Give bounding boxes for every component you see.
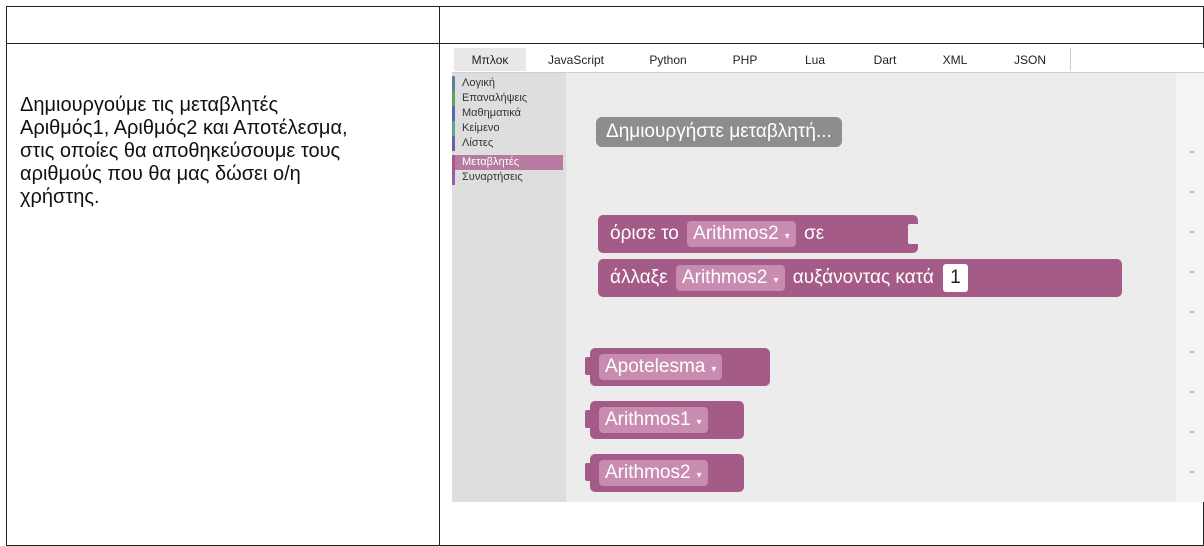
tab-python[interactable]: Python <box>626 48 711 71</box>
chevron-down-icon: ▾ <box>711 363 717 375</box>
workspace-scroll-area[interactable] <box>1176 73 1204 502</box>
tab-javascript[interactable]: JavaScript <box>526 48 627 71</box>
output-connector <box>585 463 595 481</box>
description-line: αριθμούς που θα μας δώσει ο/η <box>20 163 301 185</box>
change-variable-block[interactable]: άλλαξε Arithmos2 ▾ αυξάνοντας κατά 1 <box>598 259 1122 297</box>
chevron-down-icon: ▾ <box>696 469 702 481</box>
header-cell-left <box>6 6 440 44</box>
set-variable-block[interactable]: όρισε το Arithmos2 ▾ σε <box>598 215 918 253</box>
variable-dropdown[interactable]: Arithmos2 ▾ <box>687 220 796 247</box>
code-tabs: Μπλοκ JavaScript Python PHP Lua Dart XML… <box>452 48 1204 73</box>
change-block-suffix: αυξάνοντας κατά <box>792 267 934 288</box>
variable-dropdown[interactable]: Arithmos1 ▾ <box>599 406 708 433</box>
toolbox-item-loops[interactable]: Επαναλήψεις <box>452 91 527 106</box>
output-connector <box>585 357 595 375</box>
output-connector <box>585 410 595 428</box>
set-block-suffix: σε <box>804 223 825 244</box>
toolbox: Λογική Επαναλήψεις Μαθηματικά Κείμενο Λί… <box>452 73 566 502</box>
tab-dart[interactable]: Dart <box>850 48 921 71</box>
description-line: χρήστης. <box>20 186 100 208</box>
description-line: στις οποίες θα αποθηκεύσουμε τους <box>20 140 341 162</box>
toolbox-item-lists[interactable]: Λίστες <box>452 136 493 151</box>
chevron-down-icon: ▾ <box>696 416 702 428</box>
description-text: Δημιουργούμε τις μεταβλητές Αριθμός1, Αρ… <box>20 94 420 209</box>
number-input[interactable]: 1 <box>943 263 968 292</box>
header-cell-right <box>439 6 1204 44</box>
blockly-screenshot: Μπλοκ JavaScript Python PHP Lua Dart XML… <box>452 48 1204 502</box>
value-input-slot[interactable] <box>908 224 918 244</box>
blocks-workspace[interactable]: Δημιουργήστε μεταβλητή... όρισε το Arith… <box>566 73 1204 502</box>
tab-php[interactable]: PHP <box>710 48 781 71</box>
change-block-prefix: άλλαξε <box>610 267 668 288</box>
variable-dropdown[interactable]: Arithmos2 ▾ <box>675 264 785 291</box>
tab-blocks[interactable]: Μπλοκ <box>454 48 527 71</box>
set-block-prefix: όρισε το <box>610 223 679 244</box>
toolbox-item-variables[interactable]: Μεταβλητές <box>452 155 563 170</box>
toolbox-item-text[interactable]: Κείμενο <box>452 121 500 136</box>
variable-getter-block[interactable]: Arithmos2 ▾ <box>585 454 744 492</box>
variable-getter-block[interactable]: Arithmos1 ▾ <box>585 401 744 439</box>
chevron-down-icon: ▾ <box>773 274 779 286</box>
create-variable-button[interactable]: Δημιουργήστε μεταβλητή... <box>596 117 842 147</box>
variable-dropdown[interactable]: Arithmos2 ▾ <box>599 459 708 486</box>
variable-dropdown[interactable]: Apotelesma ▾ <box>599 353 723 380</box>
tab-xml[interactable]: XML <box>920 48 991 71</box>
toolbox-item-logic[interactable]: Λογική <box>452 76 495 91</box>
tab-lua[interactable]: Lua <box>780 48 851 71</box>
toolbox-item-math[interactable]: Μαθηματικά <box>452 106 521 121</box>
chevron-down-icon: ▾ <box>784 230 790 242</box>
tab-json[interactable]: JSON <box>990 48 1071 71</box>
variable-getter-block[interactable]: Apotelesma ▾ <box>585 348 770 386</box>
description-line: Αριθμός1, Αριθμός2 και Αποτέλεσμα, <box>20 117 348 139</box>
toolbox-item-functions[interactable]: Συναρτήσεις <box>452 170 523 185</box>
description-line: Δημιουργούμε τις μεταβλητές <box>20 94 279 116</box>
